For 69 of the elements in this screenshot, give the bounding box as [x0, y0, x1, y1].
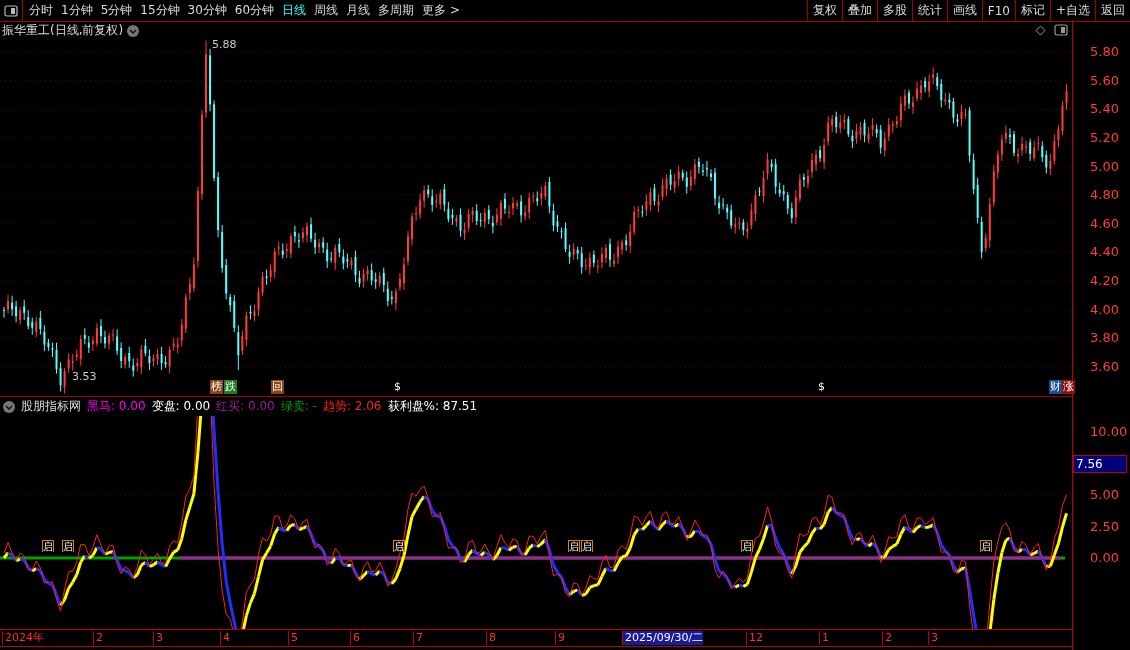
indicator-readout: 绿卖: - — [280, 398, 317, 415]
diamond-icon[interactable] — [1035, 24, 1046, 36]
period-tab[interactable]: 月线 — [346, 2, 371, 19]
event-marker[interactable]: $ — [817, 380, 826, 394]
event-marker[interactable]: 跌 — [224, 380, 237, 394]
event-marker[interactable]: 财 — [1049, 380, 1062, 394]
axis-label: 3.60 — [1090, 359, 1119, 376]
signal-marker: 启 — [42, 540, 54, 552]
period-tab[interactable]: 30分钟 — [187, 2, 227, 19]
axis-label: 2.50 — [1090, 518, 1119, 535]
date-label: 12 — [746, 631, 763, 645]
period-tab[interactable]: 更多 > — [422, 2, 460, 19]
low-price-label: 3.53 — [72, 370, 97, 383]
date-label: 8 — [486, 631, 496, 645]
axis-label: 4.80 — [1090, 187, 1119, 204]
indicator-readout: 获利盘%: 87.51 — [387, 398, 478, 415]
date-label: 3 — [928, 631, 938, 645]
indicator-readout: 趋势: 2.06 — [322, 398, 382, 415]
axis-label: 5.60 — [1090, 72, 1119, 89]
signal-marker: 启 — [581, 540, 593, 552]
axis-label: 0.00 — [1090, 550, 1119, 566]
date-label: 3 — [153, 631, 163, 645]
date-label: 2024年 — [2, 631, 44, 645]
signal-marker: 启 — [568, 540, 580, 552]
date-label: 2 — [882, 631, 892, 645]
axis-label: 4.00 — [1090, 301, 1119, 318]
date-label: 4 — [220, 631, 230, 645]
current-value-label: 7.56 — [1073, 454, 1127, 473]
axis-label: 5.80 — [1090, 44, 1119, 60]
date-label: 5 — [288, 631, 298, 645]
event-marker[interactable]: 涨 — [1062, 380, 1075, 394]
signal-marker: 启 — [62, 540, 74, 552]
axis-label: 5.20 — [1090, 129, 1119, 146]
axis-label: 3.80 — [1090, 330, 1119, 347]
axis-label: 4.20 — [1090, 273, 1119, 290]
date-label: 6 — [350, 631, 360, 645]
axis-label: 5.00 — [1090, 158, 1119, 175]
signal-marker: 启 — [980, 540, 992, 552]
date-label: 1 — [819, 631, 829, 645]
panel-toggle-icon[interactable] — [1054, 24, 1068, 36]
axis-label: 5.00 — [1090, 487, 1119, 503]
period-tab[interactable]: 1分钟 — [61, 2, 93, 19]
axis-label: 5.40 — [1090, 101, 1119, 118]
period-tab[interactable]: 多周期 — [378, 2, 415, 19]
indicator-readout: 黑马: 0.00 — [87, 398, 146, 415]
event-marker[interactable]: 回 — [271, 380, 284, 394]
signal-marker: 启 — [741, 540, 753, 552]
indicator-name: 股朋指标网 — [21, 398, 81, 415]
event-marker[interactable]: $ — [393, 380, 402, 394]
date-label: 7 — [413, 631, 423, 645]
period-tab[interactable]: 15分钟 — [140, 2, 180, 19]
axis-label: 4.40 — [1090, 244, 1119, 261]
date-label: 2025/09/30/二 — [622, 631, 704, 645]
date-label: 9 — [555, 631, 565, 645]
period-tab[interactable]: 60分钟 — [234, 2, 275, 19]
period-tab[interactable]: 日线 — [282, 2, 307, 19]
chart-title: 振华重工(日线,前复权) — [2, 22, 124, 39]
event-marker[interactable]: 榜 — [210, 380, 223, 394]
period-tab[interactable]: 周线 — [314, 2, 339, 19]
high-price-label: 5.88 — [212, 38, 237, 51]
dropdown-icon[interactable] — [127, 24, 140, 37]
indicator-readout: 红买: 0.00 — [216, 398, 275, 415]
dropdown-icon[interactable] — [3, 400, 15, 413]
date-label: 2 — [93, 631, 103, 645]
period-tab[interactable]: 5分钟 — [100, 2, 133, 19]
period-tab[interactable]: 分时 — [29, 2, 53, 19]
axis-label: 10.00 — [1090, 424, 1128, 440]
indicator-readout: 变盘: 0.00 — [151, 398, 211, 415]
axis-label: 4.60 — [1090, 215, 1119, 232]
